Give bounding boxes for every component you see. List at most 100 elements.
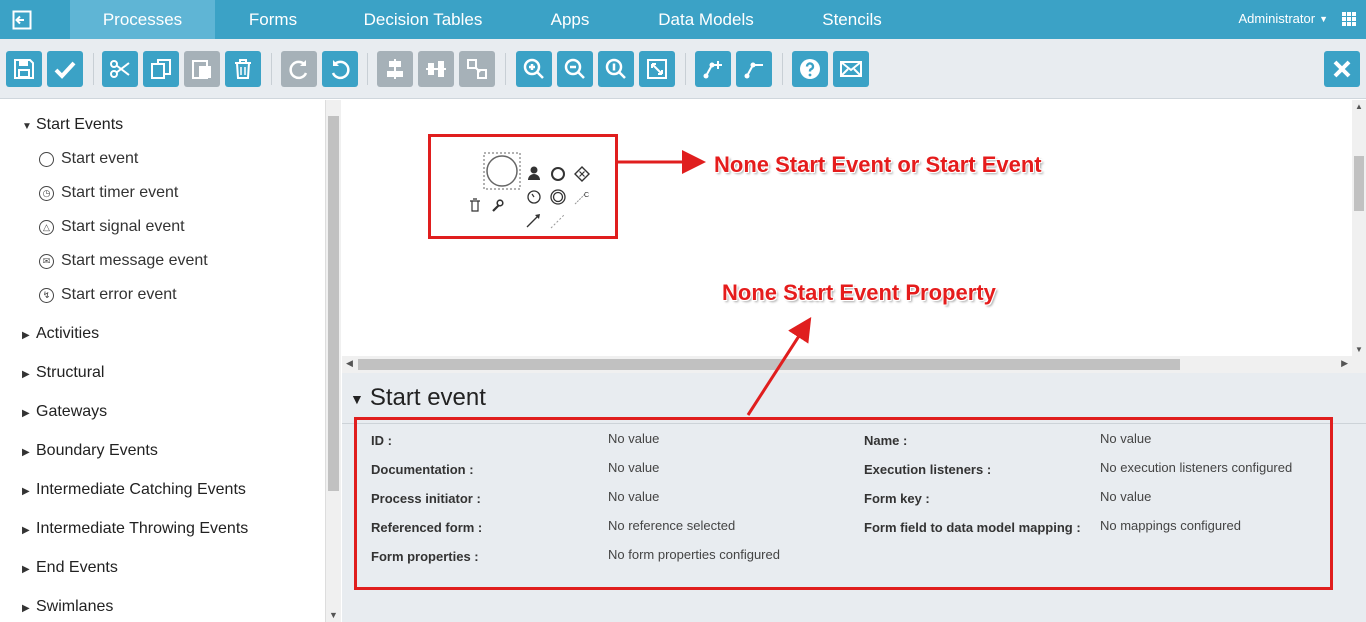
properties-title-text: Start event (369, 384, 486, 411)
cut-icon (110, 60, 130, 78)
user-name: Administrator (1238, 11, 1316, 26)
palette-item-start-error-event[interactable]: ↯ Start error event (39, 286, 177, 304)
scroll-down-arrow-icon[interactable]: ▼ (329, 610, 338, 620)
undo-button[interactable] (322, 51, 358, 87)
remove-bendpoint-button[interactable] (736, 51, 772, 87)
chevron-right-icon: ▶ (22, 603, 30, 614)
close-icon (1333, 60, 1351, 78)
start-event-icon (39, 151, 54, 167)
palette-item-label: Start message event (61, 252, 208, 269)
feedback-button[interactable] (833, 51, 869, 87)
annotation-box-properties (354, 417, 1333, 590)
paste-button[interactable] (184, 51, 220, 87)
help-button[interactable] (792, 51, 828, 87)
palette-group-label: Structural (36, 364, 105, 381)
zoom-out-icon (564, 58, 585, 79)
palette-group-swimlanes[interactable]: ▶ Swimlanes (22, 598, 113, 616)
palette-group-start-events[interactable]: ▼ Start Events (22, 116, 123, 134)
palette-group-activities[interactable]: ▶ Activities (22, 325, 99, 343)
copy-button[interactable] (143, 51, 179, 87)
chevron-down-icon: ▼ (1319, 14, 1328, 25)
redo-button[interactable] (281, 51, 317, 87)
scrollbar-thumb[interactable] (358, 359, 1180, 370)
zoom-actual-icon (605, 58, 626, 79)
zoom-actual-button[interactable] (598, 51, 634, 87)
chevron-down-icon: ▼ (350, 390, 364, 407)
palette-group-label: Intermediate Catching Events (36, 481, 246, 498)
chevron-right-icon: ▶ (22, 408, 30, 419)
editor-toolbar (0, 39, 1366, 99)
palette-group-label: End Events (36, 559, 118, 576)
help-icon (800, 59, 820, 79)
nav-tab-forms[interactable]: Forms (215, 0, 331, 39)
annotation-start-event-label: None Start Event or Start Event (714, 152, 1042, 177)
align-vertical-button[interactable] (377, 51, 413, 87)
toolbar-divider (505, 53, 506, 85)
bendpoint-add-icon (703, 61, 722, 79)
delete-button[interactable] (225, 51, 261, 87)
properties-title[interactable]: ▼ Start event (350, 384, 486, 412)
chevron-right-icon: ▶ (22, 330, 30, 341)
nav-tab-apps[interactable]: Apps (520, 0, 620, 39)
back-icon[interactable] (0, 0, 44, 39)
palette-group-label: Start Events (36, 116, 124, 133)
palette-item-start-event[interactable]: Start event (39, 150, 138, 168)
align-horizontal-icon (426, 61, 446, 77)
align-vertical-icon (387, 59, 403, 79)
align-horizontal-button[interactable] (418, 51, 454, 87)
canvas-horizontal-scrollbar[interactable]: ◀ ▶ (342, 356, 1352, 373)
palette-group-label: Intermediate Throwing Events (36, 520, 249, 537)
palette-item-label: Start signal event (61, 218, 185, 235)
palette-group-intermediate-throwing-events[interactable]: ▶ Intermediate Throwing Events (22, 520, 248, 538)
canvas-vertical-scrollbar[interactable]: ▲ ▼ (1352, 100, 1366, 356)
toolbar-divider (782, 53, 783, 85)
palette-item-label: Start error event (61, 286, 177, 303)
user-menu[interactable]: Administrator ▼ (1239, 0, 1329, 39)
zoom-in-button[interactable] (516, 51, 552, 87)
palette-item-start-message-event[interactable]: ✉ Start message event (39, 252, 208, 270)
scroll-down-arrow-icon[interactable]: ▼ (1355, 345, 1363, 354)
palette-group-end-events[interactable]: ▶ End Events (22, 559, 118, 577)
toolbar-divider (93, 53, 94, 85)
chevron-right-icon: ▶ (22, 369, 30, 380)
annotation-property-label: None Start Event Property (722, 280, 996, 305)
nav-tab-data-models[interactable]: Data Models (640, 0, 772, 39)
palette-group-label: Activities (36, 325, 100, 342)
palette-group-label: Swimlanes (36, 598, 114, 615)
palette-item-label: Start event (61, 150, 139, 167)
save-button[interactable] (6, 51, 42, 87)
bendpoint-remove-icon (744, 62, 763, 79)
scrollbar-thumb[interactable] (1354, 156, 1364, 211)
scroll-left-arrow-icon[interactable]: ◀ (346, 358, 353, 369)
nav-tab-processes[interactable]: Processes (70, 0, 215, 39)
nav-tab-stencils[interactable]: Stencils (800, 0, 904, 39)
palette-group-structural[interactable]: ▶ Structural (22, 364, 104, 382)
cut-button[interactable] (102, 51, 138, 87)
palette-group-gateways[interactable]: ▶ Gateways (22, 403, 107, 421)
validate-button[interactable] (47, 51, 83, 87)
save-icon (14, 59, 34, 79)
palette-item-start-timer-event[interactable]: ◷ Start timer event (39, 184, 178, 202)
palette-item-start-signal-event[interactable]: △ Start signal event (39, 218, 185, 236)
palette-scrollbar[interactable]: ▼ (326, 100, 341, 622)
palette-group-label: Boundary Events (36, 442, 158, 459)
nav-tab-decision-tables[interactable]: Decision Tables (348, 0, 498, 39)
chevron-right-icon: ▶ (22, 525, 30, 536)
same-size-button[interactable] (459, 51, 495, 87)
apps-grid-icon[interactable] (1342, 12, 1356, 26)
scroll-right-arrow-icon[interactable]: ▶ (1341, 358, 1348, 369)
palette-group-boundary-events[interactable]: ▶ Boundary Events (22, 442, 158, 460)
scrollbar-thumb[interactable] (328, 116, 339, 491)
close-editor-button[interactable] (1324, 51, 1360, 87)
trash-icon (235, 59, 251, 79)
palette-group-intermediate-catching-events[interactable]: ▶ Intermediate Catching Events (22, 481, 246, 499)
message-icon: ✉ (39, 253, 54, 269)
zoom-out-button[interactable] (557, 51, 593, 87)
add-bendpoint-button[interactable] (695, 51, 731, 87)
zoom-fit-button[interactable] (639, 51, 675, 87)
zoom-in-icon (523, 58, 544, 79)
chevron-right-icon: ▶ (22, 447, 30, 458)
redo-icon (289, 60, 308, 80)
scroll-up-arrow-icon[interactable]: ▲ (1355, 102, 1363, 111)
scrollbar-corner (1352, 356, 1366, 373)
